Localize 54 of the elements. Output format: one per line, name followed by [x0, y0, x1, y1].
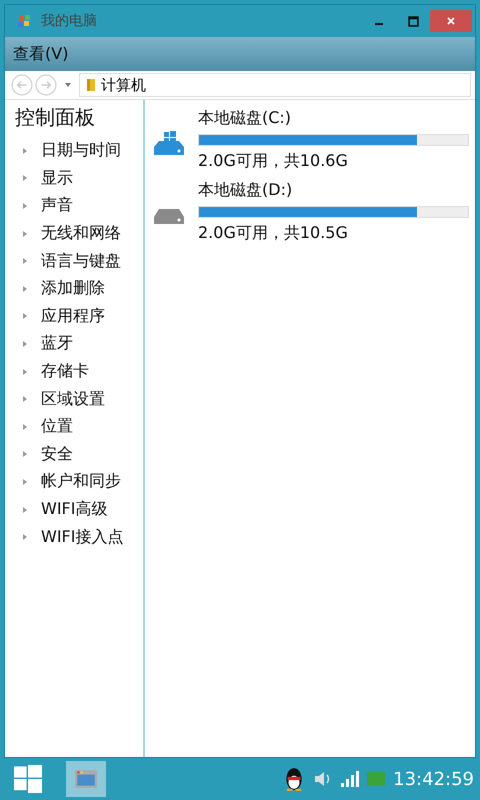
windows-logo-icon: [17, 13, 33, 29]
expand-arrow-icon[interactable]: [23, 396, 27, 402]
expand-arrow-icon[interactable]: [23, 424, 27, 430]
address-path: 计算机: [101, 76, 146, 94]
dropdown-icon[interactable]: [65, 83, 71, 87]
sidebar-title: 控制面板: [14, 104, 96, 131]
address-field[interactable]: 计算机: [79, 73, 471, 97]
sidebar-item[interactable]: 帐户和同步: [41, 471, 121, 492]
expand-arrow-icon[interactable]: [23, 148, 27, 154]
clock: 13:42:59: [393, 768, 474, 790]
back-icon[interactable]: [11, 74, 33, 96]
expand-arrow-icon[interactable]: [23, 286, 27, 292]
expand-arrow-icon[interactable]: [23, 368, 27, 375]
drive-name[interactable]: 本地磁盘(C:): [198, 108, 469, 129]
sidebar-item[interactable]: 蓝牙: [41, 333, 73, 354]
menu-item[interactable]: 查看(V): [13, 44, 68, 64]
sidebar-item[interactable]: WIFI接入点: [41, 526, 124, 548]
window-icon: [75, 770, 97, 788]
sidebar-item[interactable]: 语言与键盘: [41, 250, 121, 272]
sidebar-item[interactable]: 显示: [41, 168, 73, 189]
sidebar-item[interactable]: 添加删除: [41, 278, 105, 300]
signal-icon: [341, 771, 360, 787]
battery-icon: [367, 772, 386, 786]
sidebar-item[interactable]: 应用程序: [41, 306, 105, 327]
expand-arrow-icon[interactable]: [23, 258, 27, 264]
expand-arrow-icon[interactable]: [23, 451, 27, 458]
sidebar-item[interactable]: 无线和网络: [41, 223, 121, 244]
expand-arrow-icon[interactable]: [23, 478, 27, 485]
sidebar-item[interactable]: WIFI高级: [41, 499, 108, 520]
maximize-icon: [408, 16, 418, 26]
sidebar-item[interactable]: 区域设置: [41, 388, 105, 410]
window-title: 我的电脑: [41, 12, 97, 30]
free-space: 2.0G可用，共10.6G: [198, 151, 349, 172]
sidebar-item[interactable]: 位置: [41, 416, 73, 438]
expand-arrow-icon[interactable]: [23, 313, 27, 320]
system-drive-icon[interactable]: [153, 130, 185, 156]
minimize-icon: [375, 23, 383, 25]
folder-icon: [86, 78, 96, 92]
expand-arrow-icon[interactable]: [23, 175, 27, 182]
expand-arrow-icon[interactable]: [23, 340, 27, 347]
sidebar-item[interactable]: 声音: [41, 195, 73, 216]
expand-arrow-icon[interactable]: [23, 506, 27, 513]
free-space: 2.0G可用，共10.5G: [198, 223, 349, 244]
forward-icon[interactable]: [35, 74, 57, 96]
sidebar-item[interactable]: 日期与时间: [41, 140, 121, 162]
expand-arrow-icon[interactable]: [23, 202, 27, 209]
expand-arrow-icon[interactable]: [23, 230, 27, 237]
window-taskbar-button[interactable]: [66, 761, 106, 797]
close-icon: [446, 16, 456, 26]
drive-name[interactable]: 本地磁盘(D:): [198, 180, 469, 201]
expand-arrow-icon[interactable]: [23, 534, 27, 540]
close-button[interactable]: [430, 10, 472, 32]
sidebar-item[interactable]: 安全: [41, 444, 73, 465]
sidebar-item[interactable]: 存储卡: [41, 361, 89, 382]
